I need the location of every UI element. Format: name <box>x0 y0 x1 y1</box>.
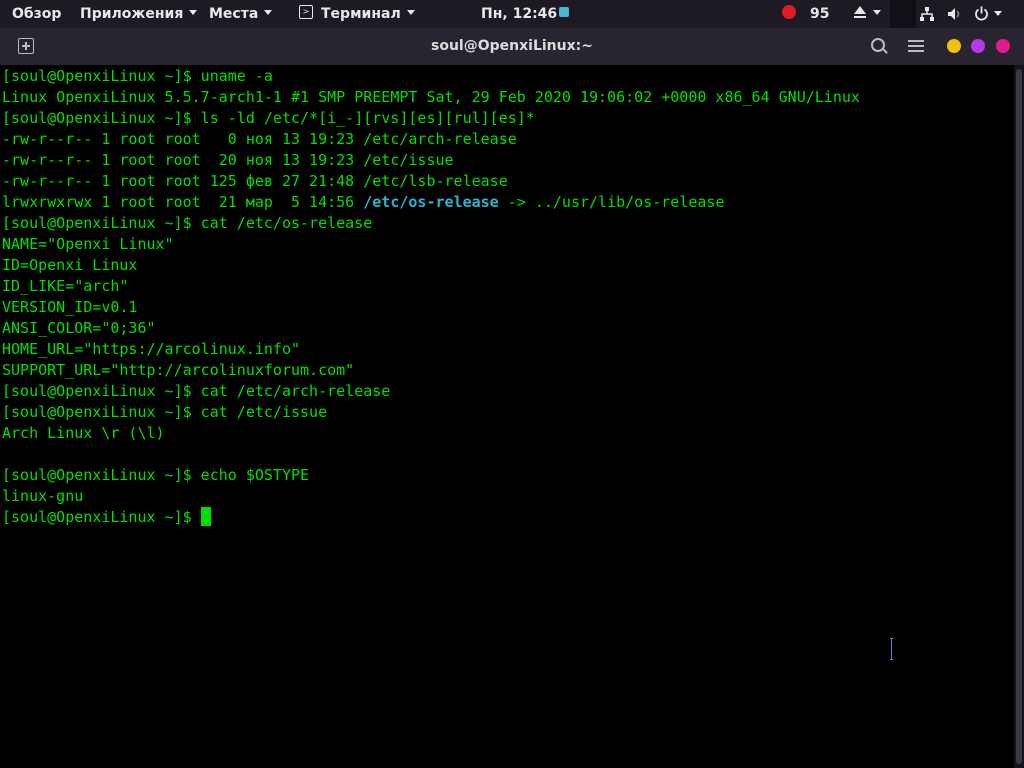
text-cursor <box>200 507 211 526</box>
status-spacer <box>890 0 916 28</box>
terminal-output[interactable]: [soul@OpenxiLinux ~]$ uname -a Linux Open… <box>0 65 1014 768</box>
menu-line <box>908 50 924 52</box>
top-panel: Обзор Приложения Места > Терминал Пн, 12:… <box>0 0 1024 28</box>
terminal-line: -rw-r--r-- 1 root root 125 фев 27 21:48 … <box>2 172 508 190</box>
app-menu-label: Терминал <box>321 6 401 22</box>
applications-menu[interactable]: Приложения <box>80 0 198 28</box>
activities-button[interactable]: Обзор <box>12 0 61 28</box>
chevron-down-icon <box>873 9 881 15</box>
terminal-line: HOME_URL="https://arcolinux.info" <box>2 340 301 358</box>
mouse-ibeam-cursor <box>890 638 893 660</box>
system-status-menu[interactable] <box>890 0 1024 28</box>
minimize-button[interactable] <box>947 39 961 53</box>
window-headerbar: soul@OpenxiLinux:~ <box>0 28 1024 65</box>
menu-line <box>908 40 924 42</box>
power-icon <box>975 6 988 21</box>
terminal-line: lrwxrwxrwx 1 root root 21 мар 5 14:56 /e… <box>2 192 724 213</box>
places-menu-label: Места <box>209 6 259 22</box>
volume-icon <box>948 8 960 20</box>
updates-indicator[interactable]: 95 <box>782 0 829 28</box>
clock-button[interactable]: Пн, 12:46 <box>481 0 570 28</box>
shield-icon <box>782 5 796 19</box>
terminal-line: [soul@OpenxiLinux ~]$ ls -ld /etc/*[i_-]… <box>2 109 535 127</box>
terminal-line: [soul@OpenxiLinux ~]$ cat /etc/arch-rele… <box>2 382 391 400</box>
terminal-line: -rw-r--r-- 1 root root 0 ноя 13 19:23 /e… <box>2 130 517 148</box>
chevron-down-icon <box>406 9 415 15</box>
terminal-line: [soul@OpenxiLinux ~]$ uname -a <box>2 67 273 85</box>
terminal-line: linux-gnu <box>2 487 84 505</box>
terminal-line-text: -> ../usr/lib/os-release <box>498 193 725 211</box>
terminal-icon: > <box>299 5 313 19</box>
terminal-line: -rw-r--r-- 1 root root 20 ноя 13 19:23 /… <box>2 151 454 169</box>
scrollbar-thumb[interactable] <box>1016 69 1022 764</box>
terminal-line: ANSI_COLOR="0;36" <box>2 319 156 337</box>
close-button[interactable] <box>996 39 1010 53</box>
maximize-button[interactable] <box>971 39 985 53</box>
clock-label: Пн, 12:46 <box>481 6 558 22</box>
applications-menu-label: Приложения <box>80 6 184 22</box>
app-menu-terminal[interactable]: > Терминал <box>299 0 415 28</box>
chevron-down-icon <box>264 9 273 15</box>
settings-menu-button[interactable] <box>908 39 924 53</box>
places-menu[interactable]: Места <box>209 0 273 28</box>
terminal-line: VERSION_ID=v0.1 <box>2 298 138 316</box>
terminal-line: SUPPORT_URL="http://arcolinuxforum.com" <box>2 361 355 379</box>
chevron-down-icon <box>994 11 1002 16</box>
terminal-line: Arch Linux \r (\l) <box>2 424 165 442</box>
terminal-line: [soul@OpenxiLinux ~]$ cat /etc/os-releas… <box>2 214 373 232</box>
eject-icon <box>854 6 866 18</box>
network-icon <box>920 7 934 21</box>
terminal-line: [soul@OpenxiLinux ~]$ echo $OSTYPE <box>2 466 310 484</box>
symlink-name: /etc/os-release <box>363 193 499 211</box>
terminal-line: Linux OpenxiLinux 5.5.7-arch1-1 #1 SMP P… <box>2 88 860 106</box>
terminal-line: NAME="Openxi Linux" <box>2 235 174 253</box>
terminal-line: ID_LIKE="arch" <box>2 277 129 295</box>
terminal-line: ID=Openxi Linux <box>2 256 138 274</box>
notification-icon <box>559 7 570 17</box>
terminal-line-text: lrwxrwxrwx 1 root root 21 мар 5 14:56 <box>2 193 364 211</box>
scrollbar[interactable] <box>1014 65 1024 768</box>
prompt-text: [soul@OpenxiLinux ~]$ <box>2 508 201 526</box>
updates-count: 95 <box>810 6 830 22</box>
upload-indicator[interactable] <box>853 0 881 28</box>
search-button[interactable] <box>871 38 885 52</box>
prompt-line[interactable]: [soul@OpenxiLinux ~]$ <box>2 507 211 528</box>
terminal-line: [soul@OpenxiLinux ~]$ cat /etc/issue <box>2 403 328 421</box>
chevron-down-icon <box>189 9 198 15</box>
menu-line <box>908 45 924 47</box>
